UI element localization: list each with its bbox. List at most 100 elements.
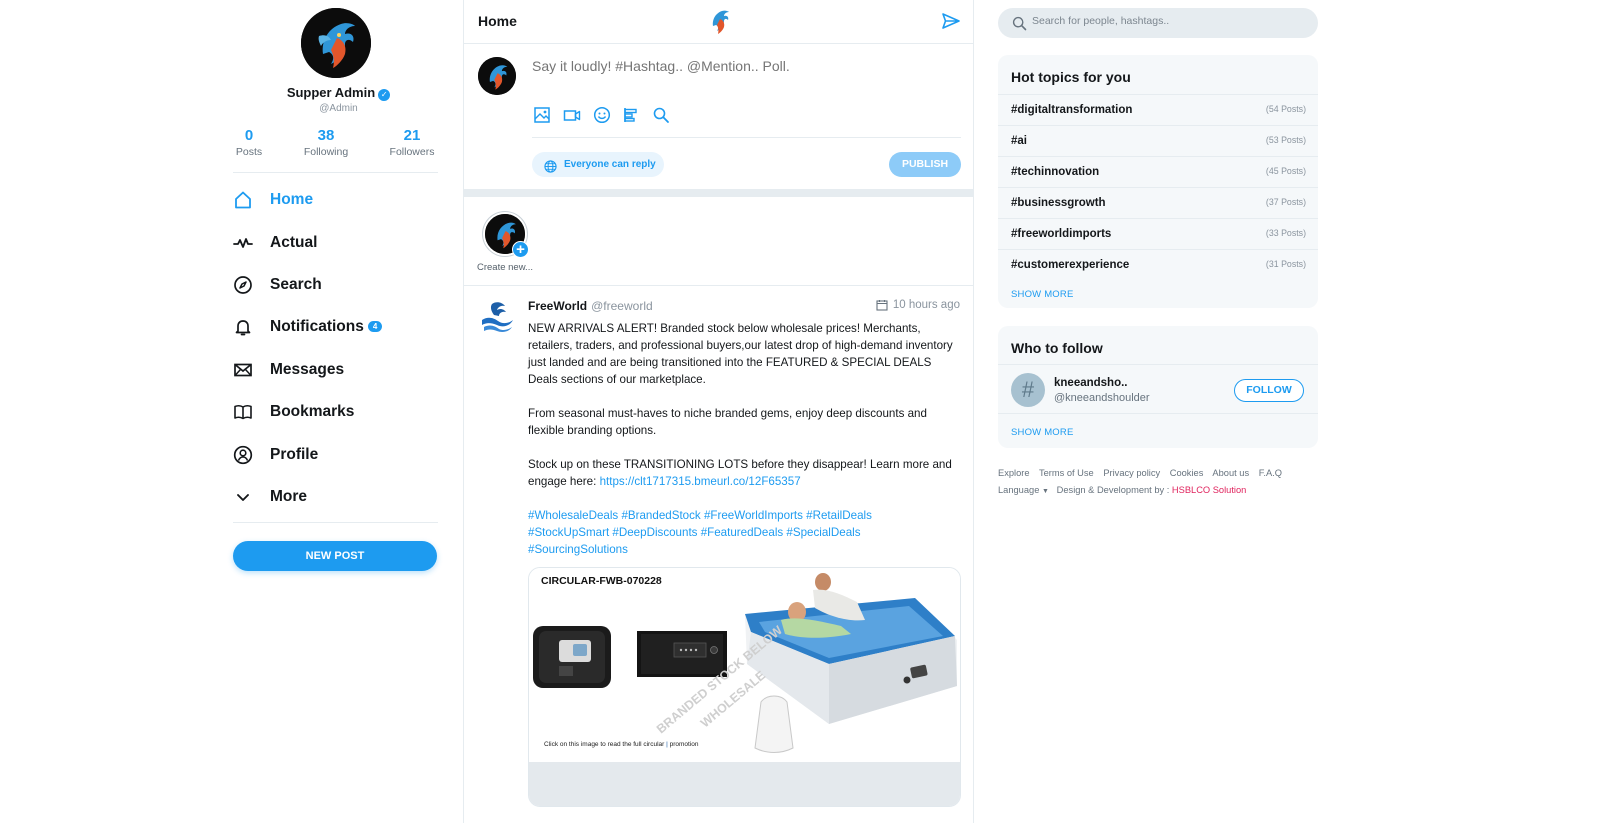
post-hashtags[interactable]: #WholesaleDeals #BrandedStock #FreeWorld…: [528, 507, 953, 558]
language-label: Language: [998, 485, 1040, 495]
post-author-avatar[interactable]: [478, 298, 516, 336]
home-icon: [233, 190, 253, 210]
topic-tag: #techinnovation: [1011, 166, 1100, 178]
site-logo-icon[interactable]: [708, 8, 730, 34]
footer-link-terms[interactable]: Terms of Use: [1039, 468, 1094, 478]
topic-tag: #customerexperience: [1011, 259, 1130, 271]
profile-name[interactable]: Supper Admin ✓: [233, 85, 444, 101]
emoji-icon[interactable]: [593, 106, 611, 124]
footer-link-faq[interactable]: F.A.Q: [1259, 468, 1282, 478]
footer-credits: Language ▼ Design & Development by : HSB…: [998, 485, 1246, 495]
calendar-icon: [876, 300, 888, 311]
plus-icon[interactable]: +: [512, 241, 529, 258]
nav-label-more: More: [270, 488, 308, 505]
publish-button[interactable]: PUBLISH: [889, 152, 961, 177]
stat-posts[interactable]: 0 Posts: [233, 127, 265, 158]
post-body: NEW ARRIVALS ALERT! Branded stock below …: [528, 320, 953, 575]
search-input[interactable]: [1032, 15, 1302, 27]
topic-item[interactable]: #businessgrowth (37 Posts): [998, 187, 1318, 218]
topic-count: (54 Posts): [1265, 104, 1306, 114]
section-separator: [464, 189, 973, 197]
topic-tag: #digitaltransformation: [1011, 104, 1133, 116]
poll-icon[interactable]: [622, 106, 640, 124]
footer-link-explore[interactable]: Explore: [998, 468, 1030, 478]
divider: [233, 172, 438, 173]
page-title: Home: [478, 13, 517, 29]
search-icon[interactable]: [652, 106, 670, 124]
feed-header: Home: [464, 0, 973, 44]
nav-item-search[interactable]: Search: [233, 270, 444, 300]
profile-handle: @Admin: [319, 103, 358, 114]
post-link[interactable]: https://clt1717315.bmeurl.co/12F65357: [600, 475, 801, 488]
footer-link-about[interactable]: About us: [1212, 468, 1249, 478]
hashtag-avatar-icon[interactable]: #: [1011, 373, 1045, 407]
stat-following-label: Following: [303, 146, 349, 158]
search-bar[interactable]: [998, 8, 1318, 38]
topic-tag: #freeworldimports: [1011, 228, 1112, 240]
post-image-card[interactable]: CIRCULAR-FWB-070228 BRANDED STOCK BELOW …: [528, 567, 961, 807]
topic-tag: #ai: [1011, 135, 1027, 147]
stat-followers[interactable]: 21 Followers: [387, 127, 437, 158]
divider: [998, 364, 1318, 365]
language-selector[interactable]: Language ▼: [998, 485, 1049, 495]
nav-label-home: Home: [270, 191, 314, 208]
post-paragraph: NEW ARRIVALS ALERT! Branded stock below …: [528, 322, 953, 386]
promotion-image: CIRCULAR-FWB-070228 BRANDED STOCK BELOW …: [529, 568, 960, 762]
topic-item[interactable]: #customerexperience (31 Posts): [998, 249, 1318, 280]
topic-count: (45 Posts): [1265, 166, 1306, 176]
suggested-user-name[interactable]: kneeandsho..: [1054, 377, 1128, 389]
profile-name-text: Supper Admin: [286, 85, 376, 100]
follow-button[interactable]: FOLLOW: [1234, 379, 1304, 402]
reply-setting-button[interactable]: Everyone can reply: [532, 152, 664, 177]
topic-count: (31 Posts): [1265, 259, 1306, 269]
profile-avatar[interactable]: [301, 8, 371, 78]
nav-item-home[interactable]: Home: [233, 185, 444, 215]
image-icon[interactable]: [533, 106, 551, 124]
search-icon: [1012, 16, 1027, 31]
warrior-logo-icon: [478, 57, 516, 95]
profile-stats: 0 Posts 38 Following 21 Followers: [233, 127, 444, 158]
nav-item-messages[interactable]: Messages: [233, 355, 444, 385]
safe-image: [533, 626, 611, 688]
topic-item[interactable]: #techinnovation (45 Posts): [998, 156, 1318, 187]
send-icon[interactable]: [941, 11, 961, 31]
nav-item-more[interactable]: More: [233, 482, 444, 512]
card-footer: [529, 762, 960, 806]
verified-badge-icon: ✓: [378, 89, 391, 101]
who-to-follow-show-more[interactable]: SHOW MORE: [1011, 427, 1074, 438]
create-story-label[interactable]: Create new...: [477, 262, 533, 273]
post-time-text: 10 hours ago: [892, 299, 960, 311]
user-circle-icon: [233, 445, 253, 465]
new-post-button[interactable]: NEW POST: [233, 541, 437, 571]
freeworld-logo-icon: [482, 302, 513, 332]
footer-link-cookies[interactable]: Cookies: [1170, 468, 1204, 478]
topic-count: (33 Posts): [1265, 228, 1306, 238]
reply-setting-label: Everyone can reply: [564, 159, 656, 170]
hot-topics-panel: Hot topics for you #digitaltransformatio…: [998, 55, 1318, 308]
nav-label-profile: Profile: [270, 446, 319, 463]
topic-item[interactable]: #ai (53 Posts): [998, 125, 1318, 156]
topic-item[interactable]: #freeworldimports (33 Posts): [998, 218, 1318, 249]
topic-tag: #businessgrowth: [1011, 197, 1106, 209]
footer-link-privacy[interactable]: Privacy policy: [1103, 468, 1160, 478]
nav-item-actual[interactable]: Actual: [233, 228, 444, 258]
warrior-logo-icon: [301, 8, 371, 78]
post-author[interactable]: FreeWorld @freeworld: [528, 299, 653, 313]
nav-item-notifications[interactable]: Notifications 4: [233, 312, 444, 342]
card-caption-pre: Click on this image to read the full cir…: [544, 741, 666, 748]
hot-topics-show-more[interactable]: SHOW MORE: [1011, 289, 1074, 300]
main-feed: Home Everyon: [463, 0, 974, 823]
post-paragraph: Stock up on these TRANSITIONING LOTS bef…: [528, 456, 953, 490]
nav-label-notifications: Notifications 4: [270, 318, 383, 336]
stat-followers-label: Followers: [389, 146, 435, 158]
video-icon[interactable]: [563, 106, 581, 124]
brand-link[interactable]: HSBLCO Solution: [1172, 485, 1246, 495]
footer-links: Explore Terms of Use Privacy policy Cook…: [998, 468, 1289, 478]
stat-following[interactable]: 38 Following: [299, 127, 353, 158]
nav-item-bookmarks[interactable]: Bookmarks: [233, 397, 444, 427]
topic-item[interactable]: #digitaltransformation (54 Posts): [998, 94, 1318, 125]
book-icon: [233, 402, 253, 422]
nav-item-profile[interactable]: Profile: [233, 440, 444, 470]
composer-input[interactable]: [532, 58, 952, 74]
card-caption: Click on this image to read the full cir…: [544, 741, 699, 748]
